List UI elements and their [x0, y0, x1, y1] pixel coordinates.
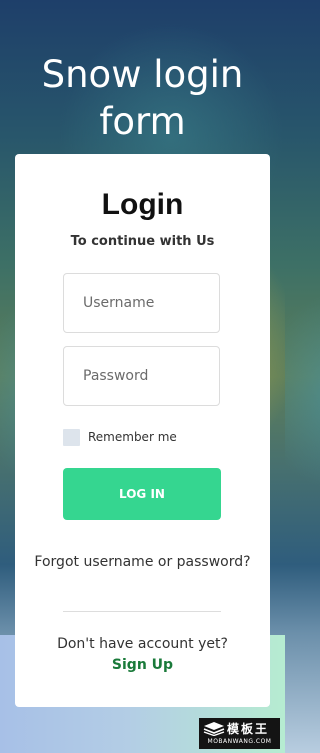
remember-me-row[interactable]: Remember me: [63, 428, 177, 446]
login-button[interactable]: LOG IN: [63, 468, 221, 520]
remember-me-label[interactable]: Remember me: [88, 430, 177, 444]
username-input[interactable]: [63, 273, 220, 333]
watermark-logo: 模板王 MOBANWANG.COM: [199, 718, 280, 749]
password-input[interactable]: [63, 346, 220, 406]
stacked-layers-icon: [203, 722, 225, 736]
page-title: Snow login form: [41, 52, 244, 143]
login-subtitle: To continue with Us: [70, 234, 215, 249]
watermark-en-text: MOBANWANG.COM: [207, 738, 272, 745]
login-card: Login To continue with Us Remember me LO…: [15, 154, 270, 707]
remember-me-checkbox[interactable]: [63, 428, 80, 446]
watermark-cn-text: 模板王: [227, 722, 270, 736]
login-heading: Login: [101, 188, 184, 221]
sign-up-link[interactable]: Sign Up: [15, 657, 270, 673]
forgot-credentials-link[interactable]: Forgot username or password?: [15, 552, 270, 573]
no-account-text: Don't have account yet?: [57, 636, 228, 652]
divider: [63, 611, 221, 612]
